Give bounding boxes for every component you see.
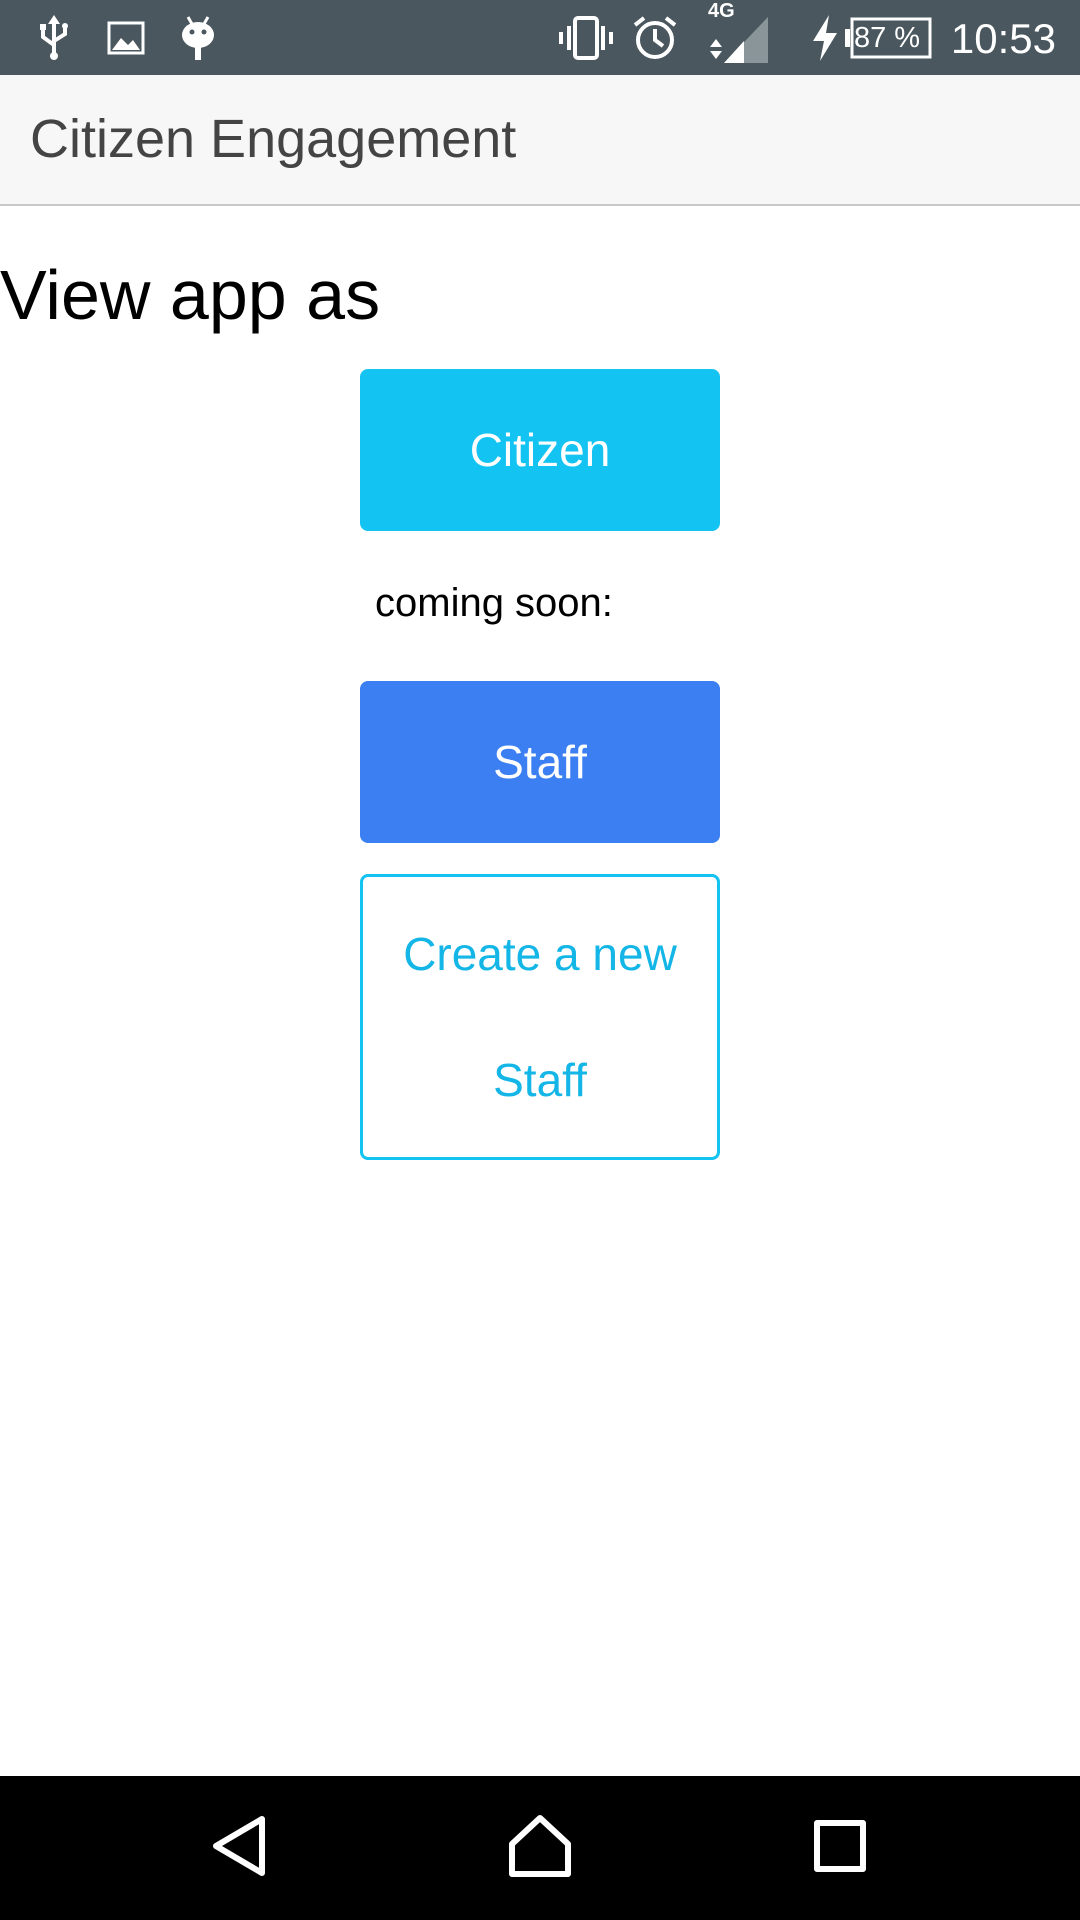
screen: 4G 87 % 10:53 Citizen Engagement View ap… — [0, 0, 1080, 1920]
home-icon — [508, 1814, 572, 1883]
citizen-button-label: Citizen — [469, 424, 611, 476]
back-icon — [210, 1815, 270, 1882]
image-icon — [106, 0, 146, 75]
coming-soon-label: coming soon: — [375, 581, 613, 625]
create-staff-button-label: Create a new Staff — [403, 928, 677, 1106]
app-title: Citizen Engagement — [30, 109, 517, 169]
android-icon — [177, 0, 219, 75]
vibrate-icon — [556, 0, 616, 75]
battery-percentage: 87 % — [853, 22, 921, 54]
staff-button[interactable]: Staff — [360, 681, 720, 843]
app-bar: Citizen Engagement — [0, 75, 1080, 206]
usb-icon — [34, 0, 74, 75]
charging-icon — [810, 0, 840, 75]
signal-icon — [706, 0, 770, 75]
citizen-button[interactable]: Citizen — [360, 369, 720, 531]
recents-button[interactable] — [750, 1776, 930, 1920]
staff-button-label: Staff — [493, 736, 587, 788]
status-time: 10:53 — [950, 15, 1056, 62]
navigation-bar — [0, 1776, 1080, 1920]
back-button[interactable] — [150, 1776, 330, 1920]
alarm-icon — [630, 0, 680, 75]
status-bar: 4G 87 % 10:53 — [0, 0, 1080, 75]
page-heading: View app as — [0, 256, 381, 334]
recents-icon — [813, 1819, 867, 1878]
home-button[interactable] — [450, 1776, 630, 1920]
create-staff-button[interactable]: Create a new Staff — [360, 874, 720, 1160]
